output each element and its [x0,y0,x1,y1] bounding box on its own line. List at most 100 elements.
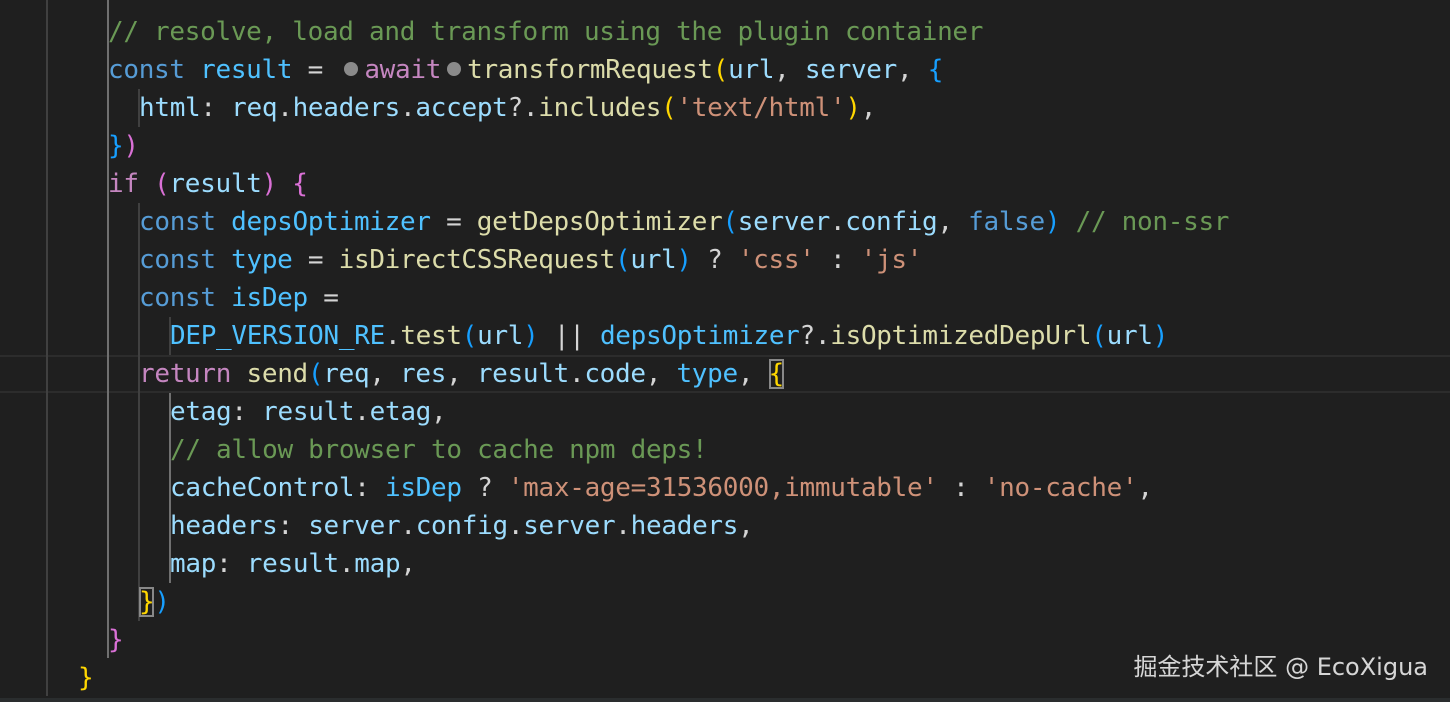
code-token: . [615,511,631,541]
code-token: , [860,93,877,123]
code-token: result [200,55,293,85]
code-token: false [968,207,1045,237]
code-token: . [400,93,416,123]
code-token: . [568,359,585,389]
code-token: : [200,93,232,123]
code-line[interactable]: return send(req, res, result.code, type,… [139,355,784,393]
code-token: { [768,359,784,389]
code-line[interactable]: } [78,659,94,697]
code-line[interactable]: }) [139,583,170,621]
code-token: ) [154,587,170,617]
code-token: const [108,55,201,85]
inlay-hint-dot-icon [344,61,359,76]
code-token: accept [415,93,508,123]
watermark: 掘金技术社区 @ EcoXigua [1133,653,1428,681]
code-token: . [507,511,524,541]
code-token: , [369,359,401,389]
code-token: const [139,245,232,275]
code-line[interactable]: const depsOptimizer = getDepsOptimizer(s… [139,203,1229,241]
code-token: type [676,359,738,389]
code-token: const [139,207,232,237]
code-token: isOptimizedDepUrl [830,321,1092,351]
code-token: = [430,207,477,237]
code-line[interactable]: etag: result.etag, [170,393,447,431]
code-line[interactable]: DEP_VERSION_RE.test(url) || depsOptimize… [170,317,1168,355]
code-token: } [78,663,94,693]
code-token: : [937,473,984,503]
code-token: 'no-cache' [983,473,1138,503]
code-line[interactable]: const isDep = [139,279,339,317]
code-token: result [476,359,569,389]
code-token: , [431,397,447,427]
code-line[interactable]: }) [108,127,139,165]
code-token: : [216,549,247,579]
code-token: ? [691,245,738,275]
code-token: // non-ssr [1060,207,1230,237]
code-line[interactable]: // resolve, load and transform using the… [108,13,983,51]
code-token: // resolve, load and transform using the… [108,17,984,47]
code-token: , [738,511,754,541]
code-token: . [384,321,401,351]
code-token: url [477,321,524,351]
code-token: req [323,359,370,389]
code-token: } [108,131,124,161]
code-line[interactable]: html: req.headers.accept?.includes('text… [139,89,876,127]
code-token: config [845,207,938,237]
code-token: headers [292,93,401,123]
code-line[interactable]: } [108,621,124,659]
code-line[interactable]: // allow browser to cache npm deps! [170,431,708,469]
code-token: ) [1044,207,1061,237]
code-token: ( [614,245,631,275]
code-token: . [400,511,416,541]
code-token: 'js' [860,245,923,275]
code-token: = [292,55,339,85]
code-token: map [170,549,217,579]
code-token: , [446,359,477,389]
code-token: { [927,55,944,85]
code-line[interactable]: headers: server.config.server.headers, [170,507,754,545]
code-token: ( [461,321,478,351]
code-token: , [1137,473,1153,503]
code-token: ) [1152,321,1169,351]
code-token: result [169,169,262,199]
code-token: await [364,55,442,85]
code-token: ( [1091,321,1107,351]
bottom-border [0,698,1450,702]
code-token: = [292,245,339,275]
code-token: || [538,321,600,351]
code-token: : [354,473,385,503]
code-token: map [354,549,401,579]
code-token: , [897,55,928,85]
code-token: server [523,511,616,541]
code-token: result [262,397,355,427]
code-token: ) [123,131,139,161]
code-token: : [231,397,263,427]
code-token: ) [845,93,861,123]
code-token: } [108,625,124,655]
code-line[interactable]: map: result.map, [170,545,416,583]
code-token: etag [170,397,232,427]
code-token: ( [722,207,738,237]
indent-guide-active [107,0,109,658]
code-line[interactable]: cacheControl: isDep ? 'max-age=31536000,… [170,469,1153,507]
code-token: ( [661,93,677,123]
code-line[interactable]: const type = isDirectCSSRequest(url) ? '… [139,241,922,279]
code-token: , [737,359,769,389]
code-token: ?. [799,321,831,351]
code-token: ? [461,473,508,503]
code-token: ) [676,245,692,275]
code-token: server [308,511,401,541]
code-line[interactable]: if (result) { [108,165,308,203]
code-token: // allow browser to cache npm deps! [170,435,708,465]
code-token: req [231,93,278,123]
code-token: . [338,549,355,579]
code-token: 'css' [737,245,815,275]
code-token: ( [154,169,170,199]
code-line[interactable]: const result = await transformRequest(url… [108,51,943,89]
code-token: 'text/html' [676,93,846,123]
code-token: res [400,359,447,389]
code-token: , [774,55,805,85]
code-token: . [277,93,293,123]
code-token: ( [307,359,324,389]
code-editor[interactable]: // resolve, load and transform using the… [0,0,1450,702]
